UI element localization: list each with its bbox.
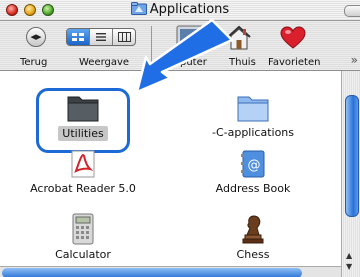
list-view-button[interactable] bbox=[90, 29, 113, 45]
window-title: Applications bbox=[149, 2, 230, 17]
applications-folder-icon bbox=[130, 2, 147, 15]
horizontal-scroll-thumb[interactable] bbox=[2, 268, 302, 277]
file-item-label: -C-applications bbox=[211, 126, 295, 139]
favorites-heart-icon[interactable] bbox=[280, 26, 306, 50]
file-item-label: Calculator bbox=[55, 248, 111, 261]
favorites-label: Favorieten bbox=[268, 57, 321, 68]
column-view-icon bbox=[117, 32, 131, 42]
vertical-scrollbar[interactable]: ▲ ▼ bbox=[341, 71, 360, 277]
finder-window: Applications ◂▸ Terug Weergave puter Thu… bbox=[0, 0, 360, 277]
computer-icon[interactable] bbox=[174, 23, 208, 53]
toolbar: ◂▸ Terug Weergave puter Thuis Favorieten… bbox=[0, 21, 360, 71]
chess-icon bbox=[242, 215, 264, 244]
toolbar-overflow-icon[interactable]: » bbox=[351, 53, 358, 67]
toolbar-separator bbox=[151, 26, 152, 66]
horizontal-scrollbar[interactable] bbox=[0, 266, 341, 277]
list-view-icon bbox=[96, 33, 106, 41]
file-browser: Utilities -C-applications Acrobat Reader… bbox=[0, 71, 340, 277]
toolbar-toggle-button[interactable] bbox=[344, 5, 360, 17]
scroll-thumb[interactable] bbox=[345, 95, 359, 217]
back-label: Terug bbox=[20, 57, 48, 68]
svg-text:@: @ bbox=[248, 158, 261, 173]
column-view-button[interactable] bbox=[113, 29, 135, 45]
back-arrow-icon: ◂▸ bbox=[30, 30, 42, 43]
view-label: Weergave bbox=[79, 57, 130, 68]
icon-view-icon bbox=[72, 33, 84, 41]
folder-icon bbox=[67, 96, 99, 122]
home-label: Thuis bbox=[229, 57, 256, 68]
title-bar[interactable]: Applications bbox=[0, 0, 360, 21]
file-item-acrobat-reader[interactable]: Acrobat Reader 5.0 bbox=[0, 149, 168, 195]
file-item-label: Utilities bbox=[58, 126, 108, 141]
home-icon[interactable] bbox=[226, 24, 252, 52]
file-item-calculator[interactable]: Calculator bbox=[0, 213, 168, 261]
file-item-chess[interactable]: Chess bbox=[168, 213, 338, 261]
file-item-utilities[interactable]: Utilities bbox=[0, 91, 168, 141]
icon-view-button[interactable] bbox=[67, 29, 90, 45]
file-item-label: Chess bbox=[236, 248, 270, 261]
file-item-c-applications[interactable]: -C-applications bbox=[168, 91, 338, 139]
scroll-down-icon[interactable]: ▼ bbox=[346, 262, 352, 271]
file-item-address-book[interactable]: @ Address Book bbox=[168, 149, 338, 195]
computer-label: puter bbox=[180, 57, 207, 68]
folder-icon bbox=[237, 96, 269, 122]
address-book-icon: @ bbox=[241, 150, 265, 178]
scroll-up-icon[interactable]: ▲ bbox=[346, 251, 352, 260]
file-item-label: Address Book bbox=[215, 182, 291, 195]
file-item-label: Acrobat Reader 5.0 bbox=[30, 182, 136, 195]
back-button[interactable]: ◂▸ bbox=[26, 27, 46, 47]
view-control[interactable] bbox=[66, 28, 136, 46]
acrobat-icon bbox=[71, 150, 95, 178]
calculator-icon bbox=[72, 213, 94, 245]
